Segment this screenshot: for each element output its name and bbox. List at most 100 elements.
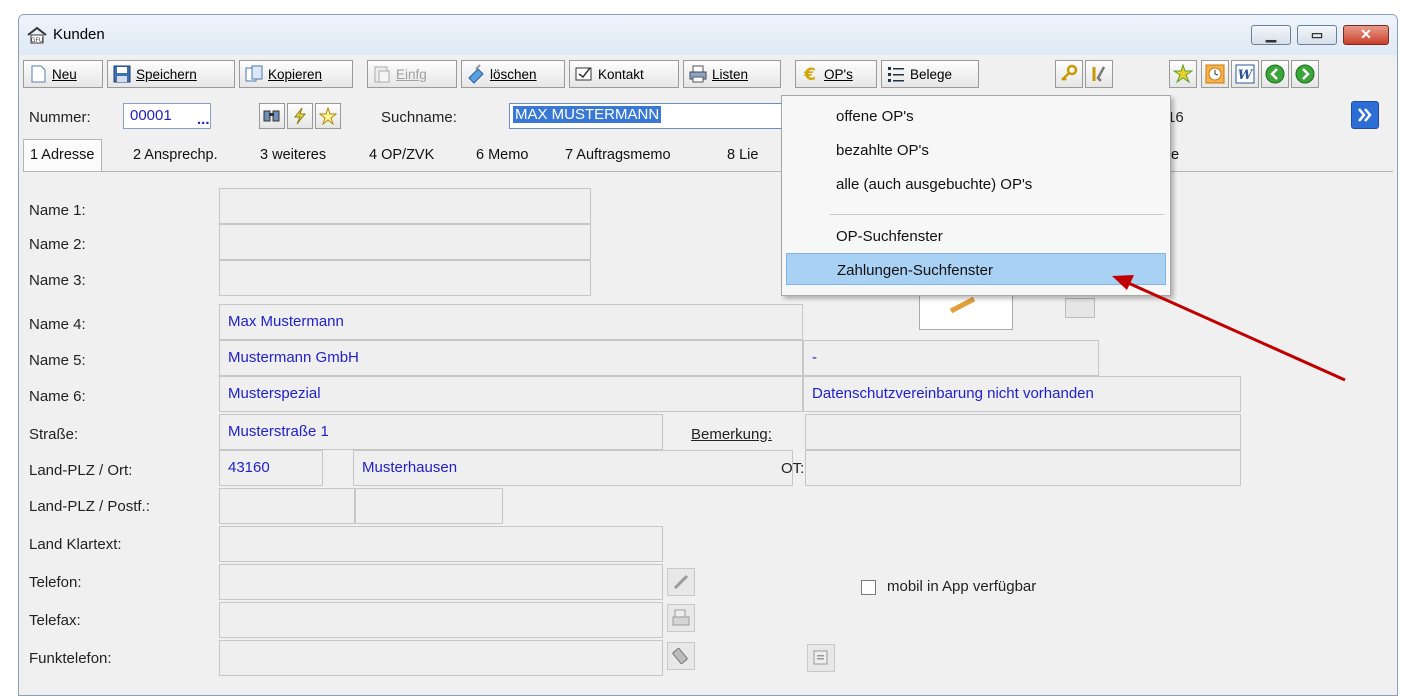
name2-field[interactable] [219, 224, 591, 260]
speichern-label: Speichern [136, 66, 197, 82]
ops-button[interactable]: € OP's [795, 60, 877, 88]
tab-op-zvk[interactable]: 4 OP/ZVK [369, 141, 434, 169]
word-button[interactable]: W [1231, 60, 1259, 88]
expand-button[interactable] [1351, 101, 1379, 129]
window-title: Kunden [53, 26, 105, 43]
telefon-field[interactable] [219, 564, 663, 600]
bemerkung-field[interactable] [805, 414, 1241, 450]
funktelefon-field[interactable] [219, 640, 663, 676]
postf-plz-field[interactable] [219, 488, 355, 524]
mobile-dial-button[interactable] [667, 642, 695, 670]
strasse-value: Musterstraße 1 [228, 423, 329, 440]
dial-button[interactable] [667, 568, 695, 596]
close-icon: ✕ [1360, 26, 1372, 42]
name4-label: Name 4: [29, 316, 86, 333]
attachment-button[interactable] [1065, 298, 1095, 318]
loeschen-button[interactable]: löschen [461, 60, 565, 88]
tab-weiteres[interactable]: 3 weiteres [260, 141, 326, 169]
svg-text:GFU: GFU [31, 37, 44, 44]
maximize-button[interactable]: ▭ [1297, 25, 1337, 45]
tab-ansprechpartner[interactable]: 2 Ansprechp. [133, 141, 218, 169]
loeschen-label: löschen [490, 66, 537, 82]
tools-button[interactable] [1085, 60, 1113, 88]
suchname-field[interactable]: MAX MUSTERMANN [509, 103, 803, 129]
ops-dropdown-menu: offene OP's bezahlte OP's alle (auch aus… [781, 95, 1171, 296]
save-icon [112, 64, 132, 84]
plz-field[interactable]: 43160 [219, 450, 323, 486]
title-bar: GFU Kunden ▁ ▭ ✕ [19, 15, 1397, 55]
name5-value: Mustermann GmbH [228, 349, 359, 366]
name3-field[interactable] [219, 260, 591, 296]
nummer-more-button[interactable]: ... [197, 111, 210, 128]
message-icon [813, 650, 828, 665]
pencil-icon [949, 296, 976, 314]
kontakt-label: Kontakt [598, 66, 644, 82]
name5-label: Name 5: [29, 352, 86, 369]
favorite-button[interactable] [315, 103, 341, 129]
name1-field[interactable] [219, 188, 591, 224]
strasse-field[interactable]: Musterstraße 1 [219, 414, 663, 450]
back-button[interactable] [1261, 60, 1289, 88]
forward-button[interactable] [1291, 60, 1319, 88]
burst-icon [1173, 64, 1193, 84]
tab-partial[interactable]: e [1171, 141, 1179, 169]
telefax-field[interactable] [219, 602, 663, 638]
name4-field[interactable]: Max Mustermann [219, 304, 803, 340]
tab-lieferung[interactable]: 8 Lie [727, 141, 758, 169]
funktelefon-label: Funktelefon: [29, 650, 112, 667]
postfach-field[interactable] [355, 488, 503, 524]
land-plz-postf-label: Land-PLZ / Postf.: [29, 498, 150, 515]
list-icon [886, 64, 906, 84]
kopieren-button[interactable]: Kopieren [239, 60, 353, 88]
euro-icon: € [800, 64, 820, 85]
tab-memo[interactable]: 6 Memo [476, 141, 528, 169]
menu-item-bezahlte-ops[interactable]: bezahlte OP's [786, 134, 1166, 166]
menu-item-alle-ops[interactable]: alle (auch ausgebuchte) OP's [786, 168, 1166, 200]
belege-button[interactable]: Belege [881, 60, 979, 88]
datenschutz-value: Datenschutzvereinbarung nicht vorhanden [812, 385, 1094, 402]
name4-value: Max Mustermann [228, 313, 344, 330]
settings-button[interactable] [1169, 60, 1197, 88]
ort-field[interactable]: Musterhausen [353, 450, 793, 486]
tab-auftragsmemo[interactable]: 7 Auftragsmemo [565, 141, 671, 169]
bemerkung-label[interactable]: Bemerkung: [691, 426, 772, 443]
neu-label: Neu [52, 66, 77, 82]
nummer-label: Nummer: [29, 109, 91, 126]
einfg-button[interactable]: Einfg [367, 60, 457, 88]
strasse-label: Straße: [29, 426, 79, 443]
telefon-label: Telefon: [29, 574, 82, 591]
speichern-button[interactable]: Speichern [107, 60, 235, 88]
menu-item-offene-ops[interactable]: offene OP's [786, 100, 1166, 132]
mobil-checkbox[interactable] [861, 580, 876, 595]
star-icon [319, 107, 337, 125]
key-button[interactable] [1055, 60, 1083, 88]
datenschutz-field[interactable]: Datenschutzvereinbarung nicht vorhanden [803, 376, 1241, 412]
listen-button[interactable]: Listen [683, 60, 781, 88]
name5-right-field[interactable]: - [803, 340, 1099, 376]
name6-field[interactable]: Musterspezial [219, 376, 803, 412]
app-logo-icon: GFU [27, 26, 47, 44]
binoculars-icon [263, 110, 280, 122]
paste-icon [372, 64, 392, 84]
minimize-icon: ▁ [1266, 27, 1276, 42]
plz-value: 43160 [228, 459, 270, 476]
lightning-button[interactable] [287, 103, 313, 129]
search-customer-button[interactable] [259, 103, 285, 129]
ot-field[interactable] [805, 450, 1241, 486]
fax-button[interactable] [667, 604, 695, 632]
neu-button[interactable]: Neu [23, 60, 103, 88]
close-button[interactable]: ✕ [1343, 25, 1389, 45]
sms-button[interactable] [807, 644, 835, 672]
clock-button[interactable] [1201, 60, 1229, 88]
address-panel: Name 1: Name 2: Name 3: Name 4: Max Must… [23, 171, 1393, 692]
name5-right-value: - [812, 349, 817, 366]
menu-item-zahlungen-suchfenster[interactable]: Zahlungen-Suchfenster [786, 253, 1166, 285]
menu-item-op-suchfenster[interactable]: OP-Suchfenster [786, 220, 1166, 252]
minimize-button[interactable]: ▁ [1251, 25, 1291, 45]
kunden-window: GFU Kunden ▁ ▭ ✕ Neu Speichern Kopieren … [18, 14, 1398, 696]
kontakt-button[interactable]: Kontakt [569, 60, 679, 88]
land-klartext-field[interactable] [219, 526, 663, 562]
image-field[interactable] [919, 292, 1013, 330]
name5-field[interactable]: Mustermann GmbH [219, 340, 803, 376]
tab-adresse[interactable]: 1 Adresse [23, 139, 102, 171]
